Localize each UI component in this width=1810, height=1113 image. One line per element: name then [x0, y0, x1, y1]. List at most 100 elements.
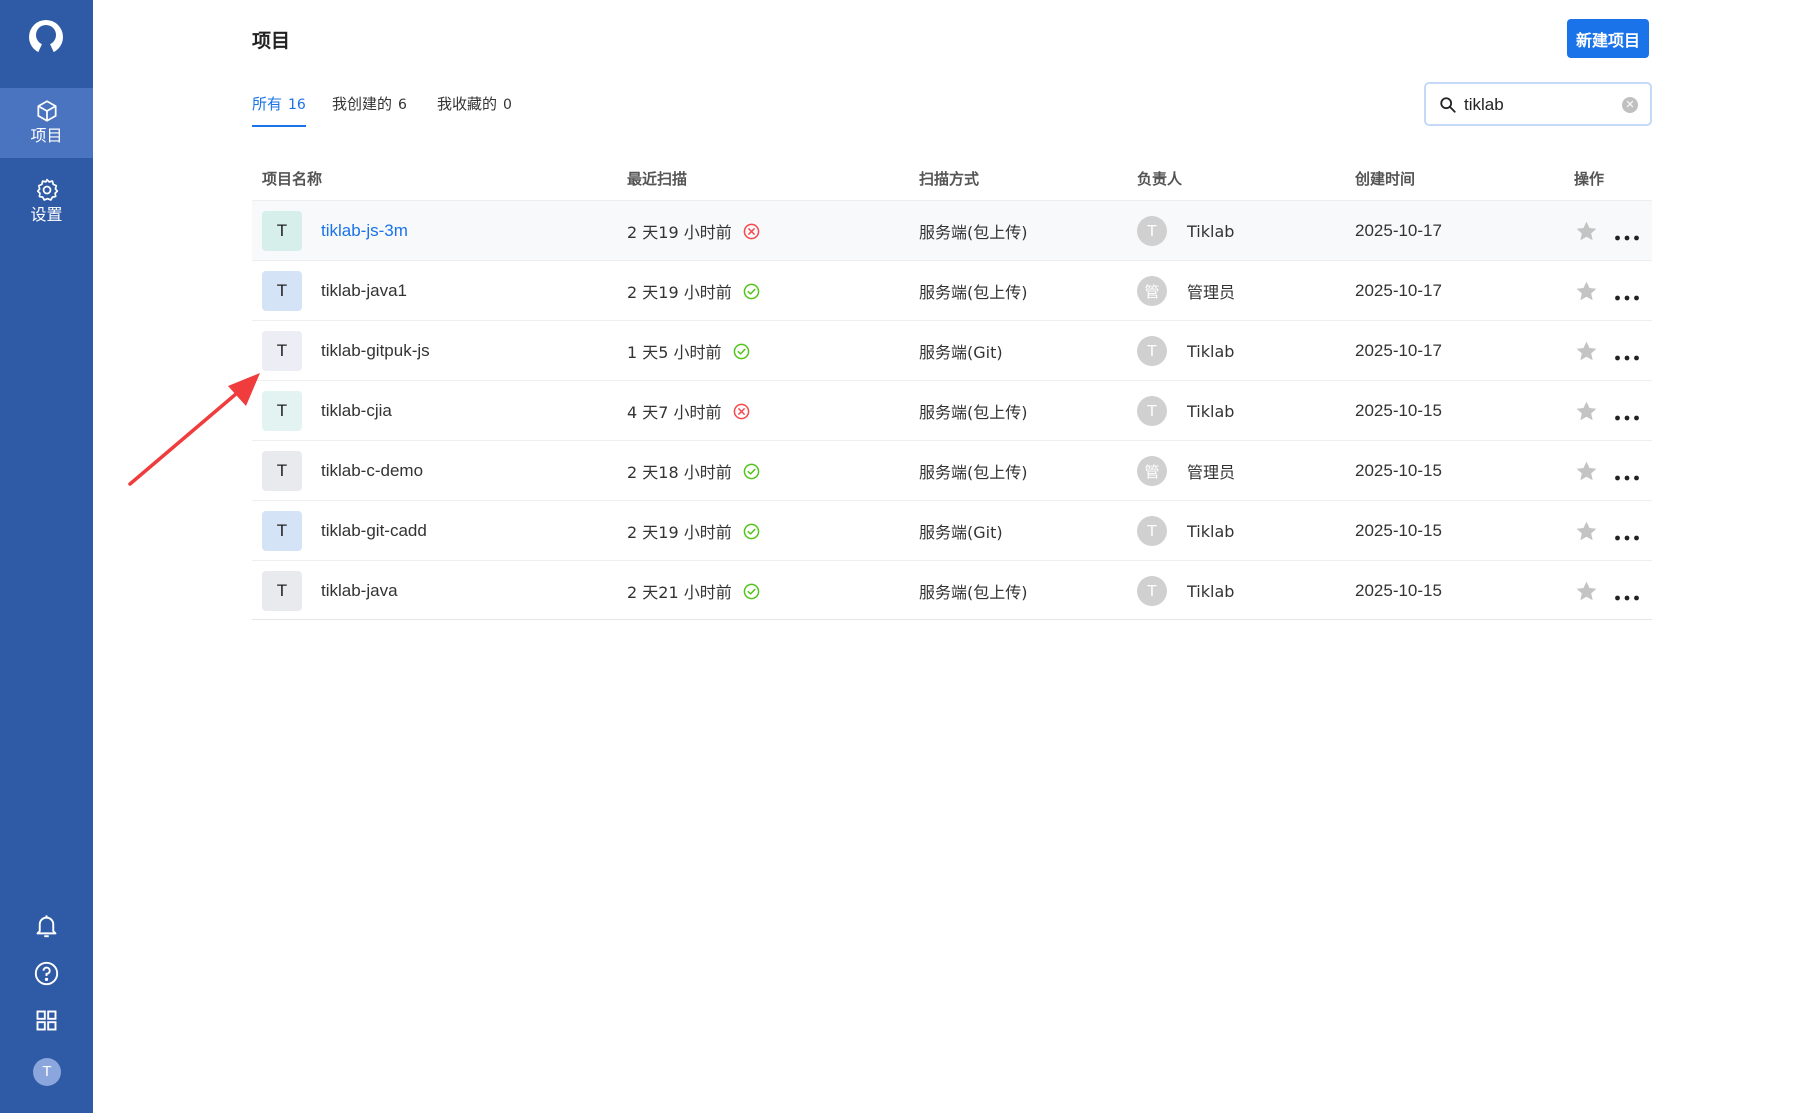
created-date-cell: 2025-10-17	[1355, 321, 1442, 381]
scan-method: 服务端(Git)	[919, 343, 1003, 362]
owner-cell: T Tiklab	[1137, 321, 1234, 381]
table-row[interactable]: T tiklab-c-demo 2 天18 小时前 服务端(包上传) 管 管理员…	[252, 440, 1652, 500]
actions-cell	[1574, 261, 1640, 321]
table-row[interactable]: T tiklab-cjia 4 天7 小时前 服务端(包上传) T Tiklab…	[252, 380, 1652, 440]
last-scan-cell: 4 天7 小时前	[627, 381, 750, 441]
new-project-button[interactable]: 新建项目	[1567, 19, 1649, 58]
more-options-icon[interactable]	[1614, 287, 1640, 301]
table-row[interactable]: T tiklab-js-3m 2 天19 小时前 服务端(包上传) T Tikl…	[252, 200, 1652, 260]
project-avatar: T	[262, 571, 302, 611]
actions-cell	[1574, 501, 1640, 561]
column-header: 操作	[1574, 170, 1605, 188]
last-scan-time: 2 天21 小时前	[627, 583, 732, 602]
more-options-icon[interactable]	[1614, 587, 1640, 601]
x-circle-icon	[743, 223, 760, 240]
project-name-link[interactable]: tiklab-js-3m	[321, 221, 408, 241]
favorite-star-icon[interactable]	[1574, 459, 1599, 484]
last-scan-cell: 2 天19 小时前	[627, 261, 760, 321]
column-header: 负责人	[1137, 170, 1183, 188]
gear-icon	[36, 178, 58, 201]
sidebar-item-label: 项目	[30, 126, 63, 145]
project-name-link[interactable]: tiklab-git-cadd	[321, 521, 427, 541]
owner-cell: T Tiklab	[1137, 381, 1234, 441]
actions-cell	[1574, 381, 1640, 441]
check-circle-icon	[743, 523, 760, 540]
owner-avatar: 管	[1137, 456, 1167, 486]
table-body: T tiklab-js-3m 2 天19 小时前 服务端(包上传) T Tikl…	[252, 200, 1652, 620]
tab-created-by-me[interactable]: 我创建的 6	[332, 93, 407, 129]
help-icon[interactable]	[33, 960, 60, 987]
project-name-cell: T tiklab-git-cadd	[262, 501, 427, 561]
sidebar-item-settings[interactable]: 设置	[0, 167, 93, 237]
more-options-icon[interactable]	[1614, 227, 1640, 241]
scan-method: 服务端(包上传)	[919, 403, 1028, 422]
last-scan-time: 2 天19 小时前	[627, 283, 732, 302]
tab-all[interactable]: 所有 16	[252, 93, 306, 129]
scan-method: 服务端(Git)	[919, 523, 1003, 542]
user-avatar[interactable]: T	[33, 1058, 61, 1086]
created-date-cell: 2025-10-15	[1355, 441, 1442, 501]
last-scan-time: 2 天19 小时前	[627, 223, 732, 242]
created-date: 2025-10-15	[1355, 581, 1442, 600]
tab-count: 6	[398, 97, 407, 113]
more-options-icon[interactable]	[1614, 527, 1640, 541]
project-name-cell: T tiklab-gitpuk-js	[262, 321, 430, 381]
column-header: 最近扫描	[627, 170, 688, 188]
favorite-star-icon[interactable]	[1574, 519, 1599, 544]
owner-cell: T Tiklab	[1137, 201, 1234, 261]
scan-method-cell: 服务端(包上传)	[919, 441, 1028, 501]
created-date-cell: 2025-10-17	[1355, 201, 1442, 261]
clear-search-icon[interactable]: ✕	[1622, 97, 1638, 113]
tab-favorites[interactable]: 我收藏的 0	[437, 93, 512, 129]
table-header: 项目名称 最近扫描 扫描方式 负责人 创建时间 操作	[252, 158, 1652, 200]
favorite-star-icon[interactable]	[1574, 279, 1599, 304]
project-name-link[interactable]: tiklab-java1	[321, 281, 407, 301]
apps-grid-icon[interactable]	[33, 1007, 60, 1034]
owner-name: 管理员	[1187, 283, 1236, 302]
project-name-link[interactable]: tiklab-gitpuk-js	[321, 341, 430, 361]
check-circle-icon	[743, 463, 760, 480]
favorite-star-icon[interactable]	[1574, 219, 1599, 244]
actions-cell	[1574, 321, 1640, 381]
created-date-cell: 2025-10-15	[1355, 561, 1442, 621]
scan-method-cell: 服务端(包上传)	[919, 561, 1028, 621]
owner-name: 管理员	[1187, 463, 1236, 482]
project-name-cell: T tiklab-js-3m	[262, 201, 408, 261]
search-box: ✕	[1424, 82, 1652, 126]
favorite-star-icon[interactable]	[1574, 579, 1599, 604]
tab-label: 我收藏的	[437, 95, 498, 113]
owner-avatar: T	[1137, 336, 1167, 366]
created-date: 2025-10-17	[1355, 341, 1442, 360]
check-circle-icon	[743, 583, 760, 600]
app-logo-icon[interactable]	[26, 18, 66, 58]
project-name-link[interactable]: tiklab-java	[321, 581, 398, 601]
owner-avatar: T	[1137, 516, 1167, 546]
created-date-cell: 2025-10-15	[1355, 501, 1442, 561]
project-avatar: T	[262, 511, 302, 551]
table-row[interactable]: T tiklab-gitpuk-js 1 天5 小时前 服务端(Git) T T…	[252, 320, 1652, 380]
cube-icon	[36, 100, 57, 122]
more-options-icon[interactable]	[1614, 407, 1640, 421]
table-row[interactable]: T tiklab-git-cadd 2 天19 小时前 服务端(Git) T T…	[252, 500, 1652, 560]
project-avatar: T	[262, 211, 302, 251]
owner-name: Tiklab	[1187, 581, 1235, 601]
table-row[interactable]: T tiklab-java1 2 天19 小时前 服务端(包上传) 管 管理员 …	[252, 260, 1652, 320]
last-scan-cell: 2 天19 小时前	[627, 201, 760, 261]
sidebar-item-projects[interactable]: 项目	[0, 88, 93, 158]
search-input[interactable]	[1464, 93, 1614, 117]
project-avatar: T	[262, 271, 302, 311]
project-name-link[interactable]: tiklab-c-demo	[321, 461, 423, 481]
favorite-star-icon[interactable]	[1574, 339, 1599, 364]
owner-avatar: T	[1137, 216, 1167, 246]
more-options-icon[interactable]	[1614, 347, 1640, 361]
bell-icon[interactable]	[33, 912, 60, 939]
project-name-cell: T tiklab-cjia	[262, 381, 392, 441]
favorite-star-icon[interactable]	[1574, 399, 1599, 424]
more-options-icon[interactable]	[1614, 467, 1640, 481]
owner-cell: T Tiklab	[1137, 561, 1234, 621]
owner-cell: 管 管理员	[1137, 261, 1235, 321]
table-row[interactable]: T tiklab-java 2 天21 小时前 服务端(包上传) T Tikla…	[252, 560, 1652, 620]
created-date: 2025-10-15	[1355, 401, 1442, 420]
project-name-link[interactable]: tiklab-cjia	[321, 401, 392, 421]
owner-avatar: T	[1137, 576, 1167, 606]
